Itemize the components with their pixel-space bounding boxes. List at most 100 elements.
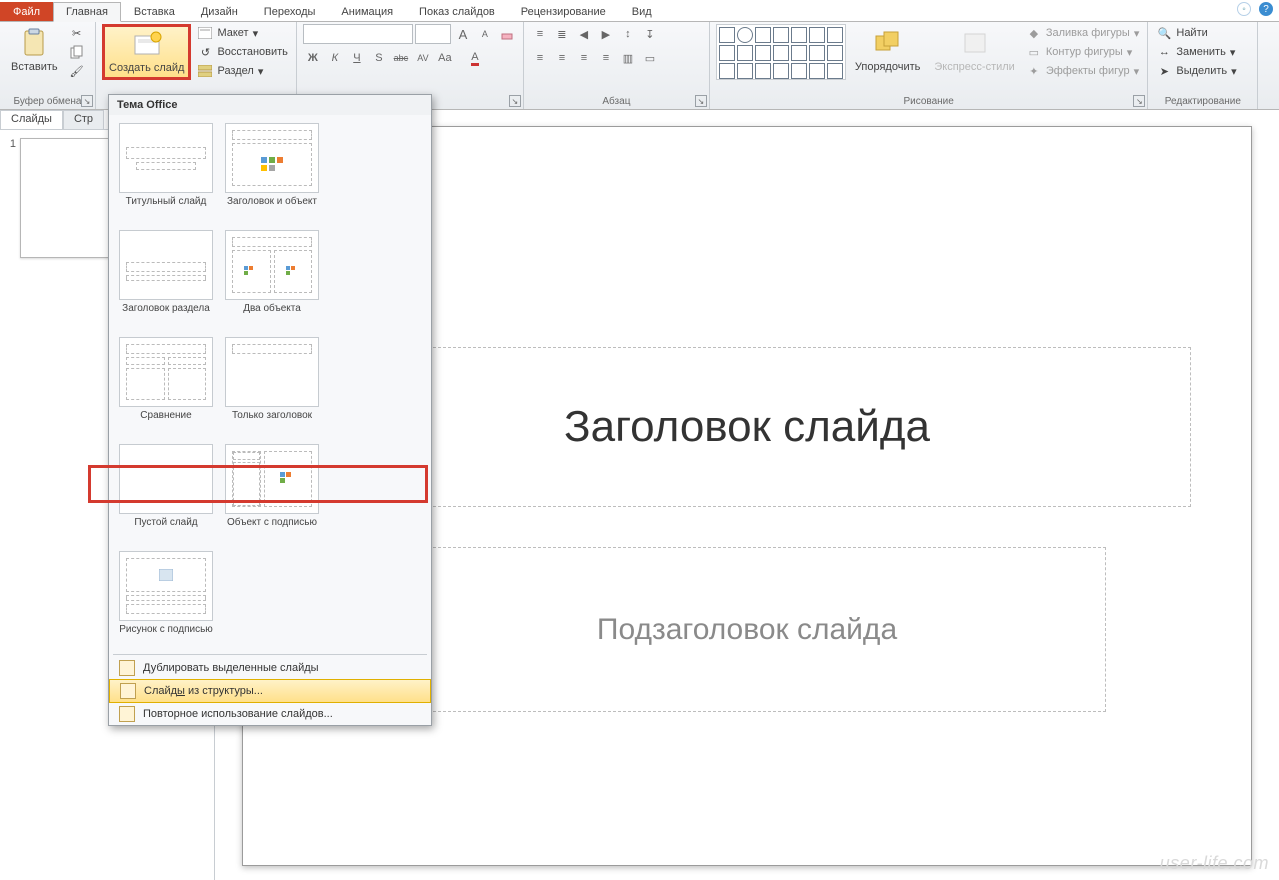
align-right-button[interactable]: ≡ bbox=[574, 48, 594, 68]
grow-font-button[interactable]: A bbox=[453, 24, 473, 44]
dropdown-theme-header: Тема Office bbox=[109, 95, 431, 115]
side-tab-slides[interactable]: Слайды bbox=[0, 110, 63, 129]
reset-button[interactable]: ↺Восстановить bbox=[195, 43, 289, 61]
decrease-indent-button[interactable]: ◀ bbox=[574, 24, 594, 44]
title-placeholder[interactable]: Заголовок слайда bbox=[303, 347, 1191, 507]
arrange-button[interactable]: Упорядочить bbox=[850, 24, 925, 76]
group-clipboard-label: Буфер обмена bbox=[6, 95, 89, 108]
format-painter-button[interactable]: 🖌 bbox=[67, 62, 87, 80]
group-paragraph: ≡ ≣ ◀ ▶ ↕ ↧ ≡ ≡ ≡ ≡ ▥ ▭ Абзац ↘ bbox=[524, 22, 710, 109]
effects-icon: ✦ bbox=[1026, 63, 1042, 79]
line-spacing-button[interactable]: ↕ bbox=[618, 24, 638, 44]
find-button[interactable]: 🔍Найти bbox=[1154, 24, 1238, 42]
columns-button[interactable]: ▥ bbox=[618, 48, 638, 68]
tab-slideshow[interactable]: Показ слайдов bbox=[406, 2, 508, 21]
new-slide-label: Создать слайд bbox=[109, 63, 184, 75]
slide-number: 1 bbox=[6, 138, 20, 258]
copy-button[interactable] bbox=[67, 43, 87, 61]
slides-from-outline-item[interactable]: Слайды из структуры... bbox=[109, 679, 431, 703]
tab-animation[interactable]: Анимация bbox=[328, 2, 406, 21]
font-family-select[interactable] bbox=[303, 24, 413, 44]
duplicate-icon bbox=[119, 660, 135, 676]
layout-button[interactable]: Макет ▾ bbox=[195, 24, 289, 42]
group-drawing: Упорядочить Экспресс-стили ◆Заливка фигу… bbox=[710, 22, 1148, 109]
quick-styles-button[interactable]: Экспресс-стили bbox=[929, 24, 1019, 76]
find-icon: 🔍 bbox=[1156, 25, 1172, 41]
subtitle-placeholder[interactable]: Подзаголовок слайда bbox=[388, 547, 1106, 712]
layout-icon bbox=[197, 25, 213, 41]
drawing-launcher[interactable]: ↘ bbox=[1133, 95, 1145, 107]
layout-title-content[interactable]: Заголовок и объект bbox=[225, 123, 319, 220]
group-editing: 🔍Найти ↔Заменить ▾ ➤Выделить ▾ Редактиро… bbox=[1148, 22, 1258, 109]
side-tab-outline[interactable]: Стр bbox=[63, 110, 104, 129]
duplicate-slides-item[interactable]: Дублировать выделенные слайды bbox=[109, 657, 431, 679]
select-icon: ➤ bbox=[1156, 63, 1172, 79]
brush-icon: 🖌 bbox=[69, 63, 85, 79]
tab-insert[interactable]: Вставка bbox=[121, 2, 188, 21]
section-button[interactable]: Раздел ▾ bbox=[195, 62, 289, 80]
paragraph-launcher[interactable]: ↘ bbox=[695, 95, 707, 107]
arrange-icon bbox=[872, 27, 904, 59]
new-slide-button[interactable]: Создать слайд bbox=[102, 24, 191, 80]
convert-smartart-button[interactable]: ▭ bbox=[640, 48, 660, 68]
layout-title-only[interactable]: Только заголовок bbox=[225, 337, 319, 434]
minimize-ribbon-icon[interactable]: ◦ bbox=[1237, 2, 1251, 16]
group-editing-label: Редактирование bbox=[1154, 95, 1251, 108]
shape-fill-button[interactable]: ◆Заливка фигуры ▾ bbox=[1024, 24, 1142, 42]
layout-section-header[interactable]: Заголовок раздела bbox=[119, 230, 213, 327]
bold-button[interactable]: Ж bbox=[303, 48, 323, 68]
outline-icon: ▭ bbox=[1026, 44, 1042, 60]
shapes-gallery[interactable] bbox=[716, 24, 846, 80]
italic-button[interactable]: К bbox=[325, 48, 345, 68]
reuse-icon bbox=[119, 706, 135, 722]
clear-format-button[interactable] bbox=[497, 24, 517, 44]
replace-icon: ↔ bbox=[1156, 44, 1172, 60]
shape-outline-button[interactable]: ▭Контур фигуры ▾ bbox=[1024, 43, 1142, 61]
layout-content-caption[interactable]: Объект с подписью bbox=[225, 444, 319, 541]
layout-blank[interactable]: Пустой слайд bbox=[119, 444, 213, 541]
tab-transitions[interactable]: Переходы bbox=[251, 2, 329, 21]
reuse-slides-item[interactable]: Повторное использование слайдов... bbox=[109, 703, 431, 725]
align-center-button[interactable]: ≡ bbox=[552, 48, 572, 68]
bullets-button[interactable]: ≡ bbox=[530, 24, 550, 44]
paste-button[interactable]: Вставить bbox=[6, 24, 63, 76]
tab-file[interactable]: Файл bbox=[0, 2, 53, 21]
cut-button[interactable]: ✂ bbox=[67, 24, 87, 42]
increase-indent-button[interactable]: ▶ bbox=[596, 24, 616, 44]
font-size-select[interactable] bbox=[415, 24, 451, 44]
scissors-icon: ✂ bbox=[69, 25, 85, 41]
underline-button[interactable]: Ч bbox=[347, 48, 367, 68]
align-left-button[interactable]: ≡ bbox=[530, 48, 550, 68]
shadow-button[interactable]: Ѕ bbox=[369, 48, 389, 68]
fill-icon: ◆ bbox=[1026, 25, 1042, 41]
layout-gallery: Титульный слайд Заголовок и объект Загол… bbox=[109, 115, 431, 652]
replace-button[interactable]: ↔Заменить ▾ bbox=[1154, 43, 1238, 61]
shape-effects-button[interactable]: ✦Эффекты фигур ▾ bbox=[1024, 62, 1142, 80]
layout-comparison[interactable]: Сравнение bbox=[119, 337, 213, 434]
quick-styles-icon bbox=[959, 27, 991, 59]
layout-picture-caption[interactable]: Рисунок с подписью bbox=[119, 551, 213, 648]
select-button[interactable]: ➤Выделить ▾ bbox=[1154, 62, 1238, 80]
numbering-button[interactable]: ≣ bbox=[552, 24, 572, 44]
help-icon[interactable]: ? bbox=[1259, 2, 1273, 16]
clipboard-launcher[interactable]: ↘ bbox=[81, 95, 93, 107]
tab-home[interactable]: Главная bbox=[53, 2, 121, 22]
change-case-button[interactable]: Aa bbox=[435, 48, 455, 68]
new-slide-dropdown: Тема Office Титульный слайд Заголовок и … bbox=[108, 94, 432, 726]
reset-icon: ↺ bbox=[197, 44, 213, 60]
font-launcher[interactable]: ↘ bbox=[509, 95, 521, 107]
shrink-font-button[interactable]: A bbox=[475, 24, 495, 44]
tab-review[interactable]: Рецензирование bbox=[508, 2, 619, 21]
outline-icon bbox=[120, 683, 136, 699]
layout-title-slide[interactable]: Титульный слайд bbox=[119, 123, 213, 220]
new-slide-icon bbox=[131, 29, 163, 61]
justify-button[interactable]: ≡ bbox=[596, 48, 616, 68]
group-paragraph-label: Абзац bbox=[530, 95, 703, 108]
tab-view[interactable]: Вид bbox=[619, 2, 665, 21]
strike-button[interactable]: abc bbox=[391, 48, 411, 68]
tab-design[interactable]: Дизайн bbox=[188, 2, 251, 21]
text-direction-button[interactable]: ↧ bbox=[640, 24, 660, 44]
font-color-button[interactable]: A bbox=[465, 48, 485, 68]
layout-two-content[interactable]: Два объекта bbox=[225, 230, 319, 327]
char-spacing-button[interactable]: AV bbox=[413, 48, 433, 68]
